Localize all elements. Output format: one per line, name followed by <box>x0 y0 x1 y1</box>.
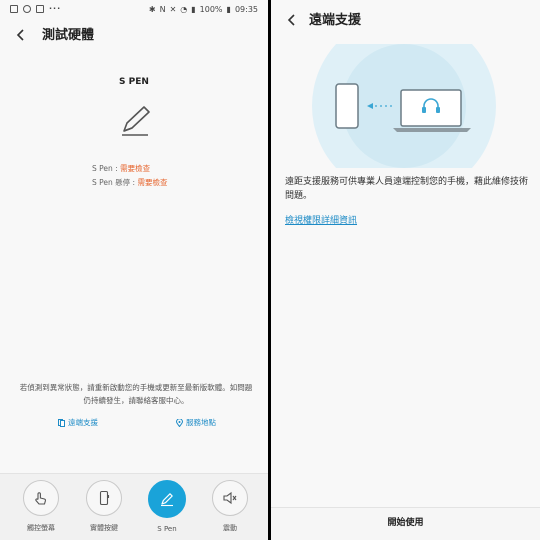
page-title: 遠端支援 <box>309 13 362 28</box>
mute-icon: ✕ <box>169 5 177 14</box>
tab-spen[interactable]: S Pen <box>142 480 192 533</box>
remote-support-link[interactable]: 遠端支援 <box>58 417 98 428</box>
notice-text: 若偵測到異常狀態，請重新啟動您的手機或更新至最新版軟體。如問題仍持續發生，請聯絡… <box>19 383 253 405</box>
location-pin-icon <box>176 418 183 427</box>
more-notifications-icon: ··· <box>49 4 62 13</box>
app-bar: 遠端支援 <box>271 5 540 37</box>
status-row: S Pen 懸停 : 需要檢查 <box>92 176 167 190</box>
gallery-icon <box>36 5 44 13</box>
status-row: S Pen : 需要檢查 <box>92 162 167 176</box>
page-title: 測試硬體 <box>42 28 95 43</box>
start-button[interactable]: 開始使用 <box>271 507 540 540</box>
tab-label: 觸控螢幕 <box>27 524 55 532</box>
tab-physical-keys[interactable]: 實體按鍵 <box>79 480 129 533</box>
battery-text: 100% <box>199 5 223 14</box>
tab-label: 震動 <box>223 524 237 532</box>
hardware-test-screen: ··· ✱ N ✕ ◔ ▮ 100% ▮ 09:35 測試硬體 S PEN S … <box>0 0 268 540</box>
status-label: S Pen 懸停 : <box>92 178 138 187</box>
signal-icon: ▮ <box>191 5 196 14</box>
wifi-icon: ◔ <box>180 5 188 14</box>
notification-icon <box>10 5 18 13</box>
service-location-link[interactable]: 服務地點 <box>176 417 216 428</box>
back-button[interactable] <box>12 27 30 45</box>
phone-key-icon <box>99 490 110 506</box>
remote-support-icon <box>58 418 65 427</box>
touch-icon <box>35 492 46 505</box>
nfc-icon: N <box>159 5 166 14</box>
service-location-label: 服務地點 <box>186 418 216 427</box>
bluetooth-icon: ✱ <box>148 5 156 14</box>
test-tabs: 觸控螢幕 實體按鍵 S Pen 震動 <box>0 473 268 540</box>
clock: 09:35 <box>234 5 258 14</box>
status-value: 需要檢查 <box>137 178 168 187</box>
app-bar: 測試硬體 <box>0 20 268 52</box>
mic-icon <box>23 5 31 13</box>
vibrate-icon <box>223 491 237 505</box>
tab-vibration[interactable]: 震動 <box>205 480 255 533</box>
remote-support-illustration <box>301 44 506 168</box>
chevron-left-icon <box>287 14 295 26</box>
tab-touchscreen[interactable]: 觸控螢幕 <box>16 480 66 533</box>
section-heading: S PEN <box>119 77 149 87</box>
remote-support-screen: 遠端支援 遠距支援服務可供專業人員遠端控制您的手機，藉此維修技術問題。 檢視權限… <box>271 0 540 540</box>
pen-illustration-icon <box>122 106 150 136</box>
chevron-left-icon <box>16 29 24 41</box>
tab-label: 實體按鍵 <box>90 524 118 532</box>
tab-label: S Pen <box>157 525 177 533</box>
spen-status-list: S Pen : 需要檢查 S Pen 懸停 : 需要檢查 <box>92 162 167 190</box>
permission-details-link[interactable]: 檢視權限詳細資訊 <box>285 213 357 226</box>
status-label: S Pen : <box>92 164 121 173</box>
back-button[interactable] <box>283 12 301 30</box>
battery-icon: ▮ <box>226 5 231 14</box>
remote-support-label: 遠端支援 <box>68 418 98 427</box>
status-bar: ··· ✱ N ✕ ◔ ▮ 100% ▮ 09:35 <box>0 0 268 20</box>
status-value: 需要檢查 <box>120 164 151 173</box>
description-text: 遠距支援服務可供專業人員遠端控制您的手機，藉此維修技術問題。 <box>285 177 529 201</box>
pen-icon <box>161 493 173 507</box>
remote-control-illustration-icon <box>312 44 496 168</box>
